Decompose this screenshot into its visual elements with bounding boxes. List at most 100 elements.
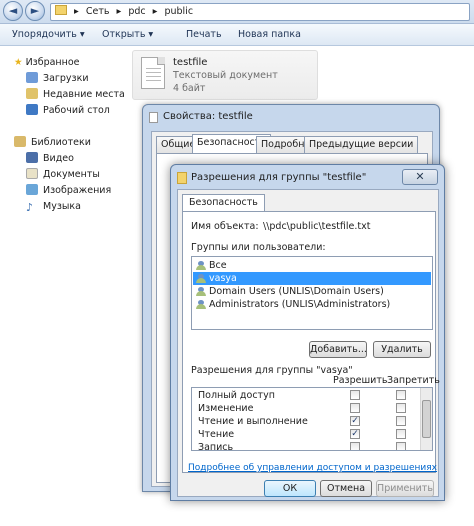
dialog-body: Безопасность Имя объекта: \\pdc\public\t… — [177, 189, 440, 497]
libraries-icon — [14, 136, 26, 147]
groups-label: Группы или пользователи: — [191, 242, 326, 253]
breadcrumb-item-pdc[interactable]: pdc — [128, 6, 145, 17]
forward-arrow-icon: ► — [30, 4, 40, 17]
cancel-button[interactable]: Отмена — [320, 480, 372, 497]
navigation-pane: ★ Избранное Загрузки Недавние места Рабо… — [0, 46, 128, 526]
folder-icon — [55, 5, 67, 15]
sidebar-label: Документы — [43, 169, 100, 180]
permissions-table: Полный доступ Изменение Чтение и выполне… — [191, 387, 433, 451]
sidebar-item-documents[interactable]: Документы — [26, 168, 100, 182]
table-row: Полный доступ — [192, 389, 420, 402]
permission-name: Полный доступ — [198, 390, 275, 401]
scrollbar[interactable] — [420, 388, 432, 450]
user-icon — [196, 274, 206, 283]
open-button[interactable]: Открыть ▾ — [102, 28, 153, 42]
address-bar: ◄ ► ▸ Сеть ▸ pdc ▸ public — [0, 0, 474, 24]
dialog-title: Разрешения для группы "testfile" — [191, 172, 367, 183]
back-arrow-icon: ◄ — [8, 4, 18, 17]
folder-icon — [177, 172, 187, 184]
sidebar-favorites[interactable]: ★ Избранное — [14, 56, 80, 70]
users-list: Все vasya Domain Users (UNLIS\Domain Use… — [191, 256, 433, 330]
breadcrumb-item-public[interactable]: public — [164, 6, 193, 17]
deny-checkbox[interactable] — [396, 390, 406, 400]
allow-checkbox[interactable] — [350, 442, 360, 450]
downloads-icon — [26, 72, 38, 83]
sidebar-label: Музыка — [43, 201, 81, 212]
user-name: Все — [209, 260, 227, 271]
print-button[interactable]: Печать — [186, 28, 222, 42]
table-row: Изменение — [192, 402, 420, 415]
sidebar-label: Недавние места — [43, 89, 125, 100]
star-icon: ★ — [14, 57, 23, 68]
permissions-for-label: Разрешения для группы "vasya" — [191, 365, 353, 376]
allow-checkbox[interactable] — [350, 390, 360, 400]
forward-button[interactable]: ► — [25, 1, 45, 21]
breadcrumb-sep: ▸ — [74, 6, 79, 17]
organize-button[interactable]: Упорядочить ▾ — [12, 28, 85, 42]
sidebar-libraries[interactable]: Библиотеки — [14, 136, 91, 150]
permission-name: Запись — [198, 442, 234, 451]
allow-checkbox[interactable] — [350, 403, 360, 413]
add-button[interactable]: Добавить... — [309, 341, 367, 358]
sidebar-item-music[interactable]: ♪ Музыка — [26, 200, 81, 214]
permission-name: Чтение и выполнение — [198, 416, 308, 427]
close-button[interactable]: ✕ — [402, 169, 438, 185]
deny-checkbox[interactable] — [396, 429, 406, 439]
deny-header: Запретить — [387, 375, 440, 386]
file-size: 4 байт — [173, 83, 206, 94]
breadcrumb[interactable]: ▸ Сеть ▸ pdc ▸ public — [50, 3, 470, 21]
deny-checkbox[interactable] — [396, 403, 406, 413]
sidebar-item-pictures[interactable]: Изображения — [26, 184, 111, 198]
allow-checkbox[interactable]: ✓ — [350, 429, 360, 439]
pictures-icon — [26, 184, 38, 195]
scroll-thumb[interactable] — [422, 400, 431, 438]
sidebar-item-downloads[interactable]: Загрузки — [26, 72, 89, 86]
tab-security[interactable]: Безопасность — [182, 194, 265, 212]
permission-name: Чтение — [198, 429, 235, 440]
ok-button[interactable]: ОК — [264, 480, 316, 497]
sidebar-label: Библиотеки — [31, 137, 91, 148]
security-panel: Имя объекта: \\pdc\public\testfile.txt Г… — [182, 211, 440, 473]
sidebar-label: Изображения — [43, 185, 112, 196]
file-type: Текстовый документ — [173, 70, 278, 81]
sidebar-label: Загрузки — [43, 73, 89, 84]
allow-checkbox[interactable]: ✓ — [350, 416, 360, 426]
sidebar-label: Видео — [43, 153, 74, 164]
user-name: Domain Users (UNLIS\Domain Users) — [209, 286, 384, 297]
breadcrumb-item-network[interactable]: Сеть — [86, 6, 110, 17]
object-name-value: \\pdc\public\testfile.txt — [263, 221, 371, 232]
table-row: Запись — [192, 441, 420, 451]
allow-header: Разрешить — [333, 375, 388, 386]
file-item-testfile[interactable]: testfile Текстовый документ 4 байт — [132, 50, 318, 100]
video-icon — [26, 152, 38, 163]
list-item[interactable]: Administrators (UNLIS\Administrators) — [193, 298, 431, 311]
sidebar-label: Избранное — [25, 57, 80, 68]
back-button[interactable]: ◄ — [3, 1, 23, 21]
list-item[interactable]: Все — [193, 259, 431, 272]
table-row: Чтение и выполнение ✓ — [192, 415, 420, 428]
list-item[interactable]: Domain Users (UNLIS\Domain Users) — [193, 285, 431, 298]
document-icon — [149, 112, 158, 123]
apply-button[interactable]: Применить — [376, 480, 434, 497]
permission-name: Изменение — [198, 403, 254, 414]
sidebar-item-desktop[interactable]: Рабочий стол — [26, 104, 110, 118]
sidebar-item-video[interactable]: Видео — [26, 152, 74, 166]
remove-button[interactable]: Удалить — [373, 341, 431, 358]
user-group-icon — [196, 261, 206, 270]
breadcrumb-sep: ▸ — [116, 6, 122, 17]
user-name: Administrators (UNLIS\Administrators) — [209, 299, 391, 310]
list-item-selected[interactable]: vasya — [193, 272, 431, 285]
documents-icon — [26, 168, 38, 179]
sidebar-item-recent[interactable]: Недавние места — [26, 88, 125, 102]
object-name-label: Имя объекта: — [191, 221, 259, 232]
user-name: vasya — [209, 273, 237, 284]
help-link[interactable]: Подробнее об управлении доступом и разре… — [188, 463, 437, 473]
file-name: testfile — [173, 57, 208, 68]
desktop-icon — [26, 104, 38, 115]
permissions-dialog: Разрешения для группы "testfile" ✕ Безоп… — [170, 164, 445, 501]
text-document-icon — [141, 57, 165, 89]
tab-previous-versions[interactable]: Предыдущие версии — [304, 136, 419, 153]
new-folder-button[interactable]: Новая папка — [238, 28, 301, 42]
deny-checkbox[interactable] — [396, 416, 406, 426]
deny-checkbox[interactable] — [396, 442, 406, 450]
